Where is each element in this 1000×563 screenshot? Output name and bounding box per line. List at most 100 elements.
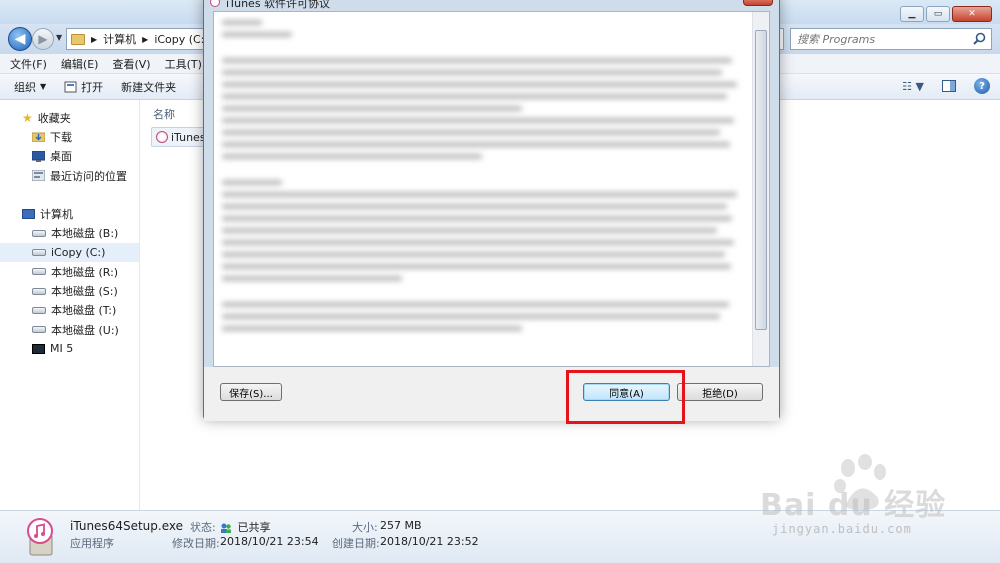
desktop-icon bbox=[32, 150, 45, 162]
open-label: 打开 bbox=[81, 80, 104, 94]
drive-icon bbox=[32, 229, 46, 237]
menu-file[interactable]: 文件(F) bbox=[10, 56, 47, 72]
view-options-icon[interactable]: ☷ ▼ bbox=[902, 80, 924, 93]
detail-created-value: 2018/10/21 23:52 bbox=[380, 535, 479, 548]
new-folder-label: 新建文件夹 bbox=[121, 80, 177, 94]
detail-size-value: 257 MB bbox=[380, 519, 422, 532]
maximize-button[interactable]: ▭ bbox=[926, 6, 950, 22]
nav-drive-b[interactable]: 本地磁盘 (B:) bbox=[0, 223, 139, 242]
menu-tools[interactable]: 工具(T) bbox=[165, 56, 202, 72]
nav-device-label: MI 5 bbox=[50, 342, 74, 356]
computer-icon bbox=[22, 208, 35, 219]
nav-drive-label: 本地磁盘 (S:) bbox=[51, 285, 118, 299]
window-controls: ▁ ▭ ✕ bbox=[900, 6, 992, 22]
license-text-area[interactable] bbox=[213, 11, 770, 367]
detail-modified-value: 2018/10/21 23:54 bbox=[220, 535, 319, 548]
drive-icon bbox=[32, 248, 46, 256]
nav-computer-label: 计算机 bbox=[40, 207, 73, 221]
menu-edit[interactable]: 编辑(E) bbox=[61, 56, 99, 72]
download-folder-icon bbox=[32, 132, 45, 143]
nav-drive-label: 本地磁盘 (R:) bbox=[51, 265, 119, 279]
forward-arrow-icon[interactable]: ▶ bbox=[32, 28, 54, 50]
organize-label: 组织 bbox=[14, 80, 36, 94]
drive-icon bbox=[32, 306, 46, 314]
watermark-url: jingyan.baidu.com bbox=[772, 522, 912, 536]
nav-favorites-label: 收藏夹 bbox=[37, 111, 71, 125]
watermark-text: Bai du 经验 bbox=[760, 488, 947, 523]
detail-status-label: 状态: bbox=[190, 521, 216, 534]
nav-desktop[interactable]: 桌面 bbox=[0, 147, 139, 166]
detail-filename: iTunes64Setup.exe bbox=[70, 519, 183, 533]
detail-modified-label: 修改日期: bbox=[172, 537, 220, 550]
breadcrumb-separator-icon: ▶ bbox=[91, 34, 98, 44]
detail-status-text: 已共享 bbox=[237, 521, 271, 534]
nav-drive-s[interactable]: 本地磁盘 (S:) bbox=[0, 281, 139, 300]
chevron-down-icon: ▼ bbox=[40, 82, 47, 91]
column-header-name[interactable]: 名称 bbox=[153, 106, 175, 122]
file-item-itunes[interactable]: iTunes bbox=[151, 127, 209, 147]
dialog-footer: 保存(S)... 同意(A) 拒绝(D) bbox=[204, 367, 779, 421]
drive-icon bbox=[32, 326, 46, 334]
agree-button[interactable]: 同意(A) bbox=[583, 383, 670, 401]
detail-created-label: 创建日期: bbox=[332, 537, 380, 550]
phone-device-icon bbox=[32, 343, 45, 354]
itunes-icon bbox=[156, 131, 168, 143]
nav-favorites[interactable]: ★ 收藏夹 bbox=[0, 108, 139, 127]
itunes-installer-icon bbox=[27, 518, 53, 556]
search-input[interactable] bbox=[797, 32, 967, 46]
nav-downloads[interactable]: 下载 bbox=[0, 127, 139, 146]
shared-users-icon bbox=[221, 523, 231, 533]
new-folder-button[interactable]: 新建文件夹 bbox=[121, 79, 176, 95]
dialog-close-button[interactable] bbox=[743, 0, 773, 6]
navigation-pane: ★ 收藏夹 下载 桌面 最近访问的位置 计算机 本地磁盘 (B:) iCopy … bbox=[0, 100, 140, 510]
drive-icon bbox=[32, 287, 46, 295]
breadcrumb-drive[interactable]: iCopy (C:) bbox=[154, 33, 208, 46]
license-dialog: iTunes 软件许可协议 保存(S)... 同意(A) 拒绝(D) bbox=[203, 0, 780, 421]
organize-button[interactable]: 组织 ▼ bbox=[14, 79, 46, 95]
preview-pane-icon[interactable] bbox=[942, 80, 956, 92]
nav-drive-t[interactable]: 本地磁盘 (T:) bbox=[0, 301, 139, 320]
open-button[interactable]: 打开 bbox=[64, 79, 103, 95]
nav-drive-u[interactable]: 本地磁盘 (U:) bbox=[0, 320, 139, 339]
folder-icon bbox=[71, 33, 85, 45]
search-icon[interactable] bbox=[973, 32, 986, 45]
scrollbar-thumb[interactable] bbox=[755, 30, 767, 330]
detail-size-label: 大小: bbox=[352, 521, 378, 534]
recent-places-icon bbox=[32, 170, 45, 182]
nav-drive-label: 本地磁盘 (T:) bbox=[51, 304, 117, 318]
nav-drive-label: 本地磁盘 (B:) bbox=[51, 227, 119, 241]
minimize-button[interactable]: ▁ bbox=[900, 6, 924, 22]
decline-button[interactable]: 拒绝(D) bbox=[677, 383, 763, 401]
nav-desktop-label: 桌面 bbox=[50, 150, 72, 164]
nav-device-mi5[interactable]: MI 5 bbox=[0, 339, 139, 358]
back-arrow-icon[interactable]: ◀ bbox=[8, 27, 32, 51]
file-item-label: iTunes bbox=[171, 130, 206, 144]
help-icon[interactable]: ? bbox=[974, 78, 990, 94]
nav-drive-label: 本地磁盘 (U:) bbox=[51, 323, 119, 337]
menu-view[interactable]: 查看(V) bbox=[112, 56, 150, 72]
open-icon bbox=[64, 81, 77, 92]
nav-computer[interactable]: 计算机 bbox=[0, 204, 139, 223]
detail-type: 应用程序 bbox=[70, 537, 114, 550]
view-controls: ☷ ▼ ? bbox=[902, 78, 990, 94]
license-scrollbar[interactable] bbox=[752, 12, 769, 366]
nav-drive-c[interactable]: iCopy (C:) bbox=[0, 242, 139, 263]
blurred-license-text bbox=[222, 20, 742, 338]
close-button[interactable]: ✕ bbox=[952, 6, 992, 22]
nav-drive-r[interactable]: 本地磁盘 (R:) bbox=[0, 262, 139, 281]
drive-icon bbox=[32, 268, 46, 276]
star-icon: ★ bbox=[22, 110, 33, 125]
nav-recent-places[interactable]: 最近访问的位置 bbox=[0, 166, 139, 185]
breadcrumb-computer[interactable]: 计算机 bbox=[103, 31, 136, 47]
dialog-title: iTunes 软件许可协议 bbox=[226, 0, 331, 9]
save-button[interactable]: 保存(S)... bbox=[220, 383, 282, 401]
breadcrumb-separator-icon: ▶ bbox=[142, 34, 149, 44]
nav-downloads-label: 下载 bbox=[50, 130, 72, 144]
search-box bbox=[790, 28, 992, 50]
baidu-watermark: Bai du 经验 jingyan.baidu.com bbox=[760, 450, 990, 540]
nav-recent-places-label: 最近访问的位置 bbox=[50, 169, 127, 183]
nav-drive-label: iCopy (C:) bbox=[51, 245, 106, 259]
history-dropdown-icon[interactable]: ▼ bbox=[56, 33, 62, 42]
detail-status-value: 已共享 bbox=[220, 519, 271, 535]
